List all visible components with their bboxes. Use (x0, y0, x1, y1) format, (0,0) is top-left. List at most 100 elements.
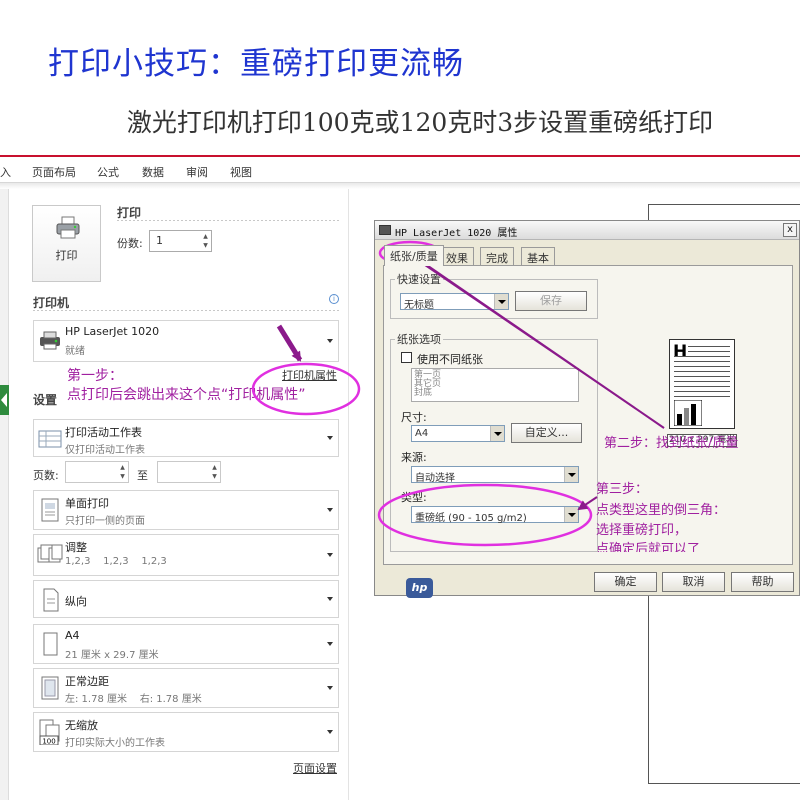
scaling-select[interactable]: 100 无缩放 打印实际大小的工作表 (33, 712, 339, 752)
tab-panel: 快速设置 无标题 保存 纸张选项 使用不同纸张 第一页 其它页 封底 尺寸: A… (383, 265, 793, 598)
spin-up-icon[interactable]: ▲ (201, 232, 210, 241)
preview-line (674, 376, 730, 377)
printer-properties-dialog: HP LaserJet 1020 属性 x 纸张/质量 效果 完成 基本 快速设… (374, 220, 800, 598)
sheet-icon (38, 430, 62, 448)
preview-line (674, 381, 730, 382)
paper-type-select[interactable]: 重磅纸 (90 - 105 g/m2) (411, 506, 579, 524)
paper-icon (43, 632, 58, 656)
tab-finishing[interactable]: 完成 (480, 247, 514, 265)
scaling-title: 无缩放 (65, 719, 98, 732)
chevron-down-icon (327, 436, 333, 440)
chevron-down-icon (327, 597, 333, 601)
collate-select[interactable]: 调整 1,2,3 1,2,3 1,2,3 (33, 534, 339, 576)
ribbon-tab-review[interactable]: 审阅 (186, 164, 208, 180)
section-rule (117, 220, 339, 221)
preview-line (674, 356, 730, 357)
printer-icon (40, 331, 60, 350)
list-item: 其它页 (414, 379, 442, 389)
quick-settings-value: 无标题 (404, 300, 434, 311)
source-select[interactable]: 自动选择 (411, 466, 579, 484)
tab-effects[interactable]: 效果 (440, 247, 474, 265)
orientation-select[interactable]: 纵向 (33, 580, 339, 618)
scaling-icon: 100 (39, 719, 60, 745)
custom-size-button[interactable]: 自定义... (511, 423, 582, 443)
chevron-down-icon (327, 642, 333, 646)
dropdown-arrow-icon (564, 467, 578, 482)
close-icon[interactable]: x (783, 223, 797, 237)
size-select[interactable]: A4 (411, 425, 505, 442)
page-list[interactable]: 第一页 其它页 封底 (411, 368, 579, 402)
spin-up-icon[interactable]: ▲ (118, 463, 127, 472)
tab-paper-quality[interactable]: 纸张/质量 (384, 245, 444, 266)
chevron-down-icon (327, 553, 333, 557)
dialog-title: HP LaserJet 1020 属性 (395, 228, 518, 239)
preview-line (674, 361, 730, 362)
preview-line (674, 386, 730, 387)
help-button[interactable]: 帮助 (731, 572, 794, 592)
preview-line (688, 346, 730, 347)
spin-down-icon[interactable]: ▼ (201, 241, 210, 250)
pages-to-input[interactable]: ▲ ▼ (157, 461, 221, 483)
ribbon-tab-view[interactable]: 视图 (230, 164, 252, 180)
print-heading: 打印 (117, 206, 142, 220)
ok-button[interactable]: 确定 (594, 572, 657, 592)
panel-separator (348, 189, 349, 800)
list-item: 封底 (414, 388, 433, 398)
printer-select[interactable]: HP LaserJet 1020 就绪 (33, 320, 339, 362)
paper-type-value: 重磅纸 (90 - 105 g/m2) (415, 513, 527, 524)
source-value: 自动选择 (415, 473, 455, 484)
orientation-value: 纵向 (65, 595, 87, 608)
chevron-down-icon (327, 730, 333, 734)
printer-properties-link[interactable]: 打印机属性 (282, 367, 337, 383)
printer-heading: 打印机 (33, 296, 70, 310)
print-what-select[interactable]: 打印活动工作表 仅打印活动工作表 (33, 419, 339, 457)
copies-input[interactable]: 1 ▲ ▼ (149, 230, 212, 252)
back-arrow-icon[interactable] (0, 385, 9, 415)
different-paper-checkbox[interactable] (401, 352, 412, 363)
quick-settings-label: 快速设置 (395, 271, 443, 287)
ribbon-tab-data[interactable]: 数据 (142, 164, 164, 180)
cancel-button[interactable]: 取消 (662, 572, 725, 592)
ribbon-tab-insert[interactable]: 入 (0, 164, 11, 180)
info-icon[interactable]: i (329, 294, 339, 304)
collate-sub: 1,2,3 1,2,3 1,2,3 (65, 556, 167, 567)
spin-up-icon[interactable]: ▲ (210, 463, 219, 472)
ribbon-tabs: 入 页面布局 公式 数据 审阅 视图 (0, 157, 800, 183)
ribbon-tab-formula[interactable]: 公式 (97, 164, 119, 180)
preview-line (674, 366, 730, 367)
quick-settings-select[interactable]: 无标题 (400, 293, 509, 311)
printer-status: 就绪 (65, 346, 85, 357)
sides-select[interactable]: 单面打印 只打印一侧的页面 (33, 490, 339, 530)
paper-size-sub: 21 厘米 x 29.7 厘米 (65, 650, 159, 661)
paper-size-select[interactable]: A4 21 厘米 x 29.7 厘米 (33, 624, 339, 664)
chevron-down-icon (327, 339, 333, 343)
ribbon-tab-layout[interactable]: 页面布局 (32, 164, 76, 180)
page-setup-link[interactable]: 页面设置 (293, 760, 337, 776)
dialog-title-bar: HP LaserJet 1020 属性 x (375, 221, 799, 240)
step3-text: 点确定后就可以了 (596, 542, 701, 552)
copies-label: 份数: (117, 237, 143, 250)
size-label: 尺寸: (401, 411, 427, 424)
backstage-edge (0, 189, 9, 800)
preview-line (674, 396, 730, 397)
step3-text: 选择重磅打印， (596, 523, 688, 538)
dropdown-arrow-icon[interactable] (564, 507, 578, 522)
spin-down-icon[interactable]: ▼ (210, 472, 219, 481)
printer-icon (56, 216, 80, 239)
save-button[interactable]: 保存 (515, 291, 587, 311)
chevron-down-icon (327, 508, 333, 512)
collate-title: 调整 (65, 541, 87, 554)
paper-options-label: 纸张选项 (395, 331, 443, 347)
tab-basics[interactable]: 基本 (521, 247, 555, 265)
margins-select[interactable]: 正常边距 左: 1.78 厘米 右: 1.78 厘米 (33, 668, 339, 708)
pages-from-input[interactable]: ▲ ▼ (65, 461, 129, 483)
type-label: 类型: (401, 491, 427, 504)
print-button[interactable]: 打印 (32, 205, 101, 282)
spin-down-icon[interactable]: ▼ (118, 472, 127, 481)
dropdown-arrow-icon (494, 294, 508, 309)
source-label: 来源: (401, 451, 427, 464)
step1-text: 点打印后会跳出来这个点“打印机属性” (67, 387, 306, 403)
chevron-down-icon (327, 686, 333, 690)
dropdown-arrow-icon (490, 426, 504, 441)
preview-line (674, 391, 730, 392)
